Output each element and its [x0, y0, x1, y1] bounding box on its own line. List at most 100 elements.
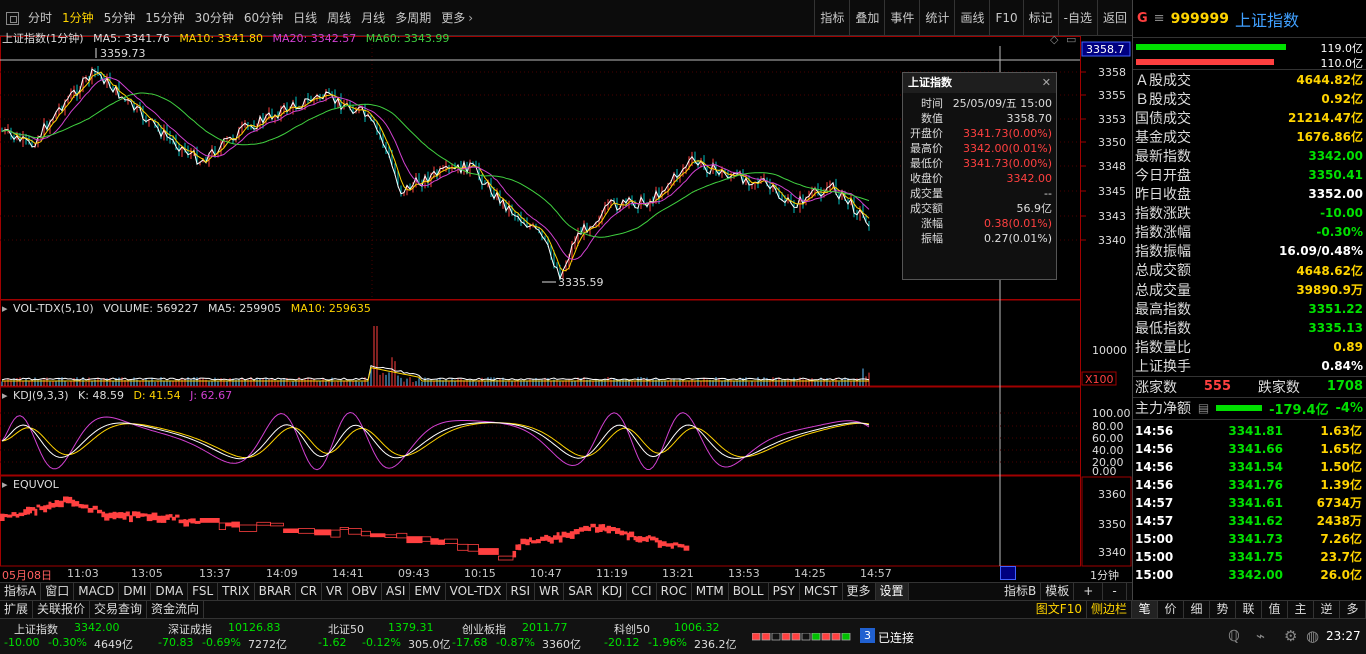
tool-button-5[interactable]: F10	[989, 0, 1022, 36]
indicator-tab-2[interactable]: MACD	[74, 583, 120, 600]
tool-button-4[interactable]: 画线	[954, 0, 989, 36]
time-label: 13:53	[728, 567, 760, 580]
indicator-tab-23[interactable]: MCST	[800, 583, 843, 600]
right-tab-6[interactable]: 主	[1288, 601, 1314, 618]
tooltip-row: 振幅 0.27(0.01%)	[903, 231, 1056, 246]
vol-collapse-icon[interactable]: ▸	[2, 302, 8, 315]
g-badge[interactable]: G	[1137, 11, 1148, 26]
indicator-tab-5[interactable]: FSL	[188, 583, 219, 600]
equvol-box	[314, 529, 332, 536]
tool-button-3[interactable]: 统计	[919, 0, 954, 36]
right-tab-2[interactable]: 细	[1184, 601, 1210, 618]
indicator-tab-14[interactable]: RSI	[507, 583, 536, 600]
vol-ma5-line	[1, 365, 870, 381]
tick-volume: 6734万	[1316, 495, 1362, 510]
indicator-tab-right-0[interactable]: 指标B	[1000, 583, 1042, 600]
index-name[interactable]: 深证成指	[168, 621, 212, 637]
q-icon[interactable]: ℚ	[1228, 627, 1240, 645]
indicator-tab-21[interactable]: BOLL	[729, 583, 769, 600]
equvol-box	[156, 515, 162, 523]
quote-name: 上证指数	[1235, 10, 1300, 30]
indicator-tab-9[interactable]: VR	[322, 583, 348, 600]
connection-count[interactable]: 3	[860, 628, 875, 643]
indicator-tab-17[interactable]: KDJ	[598, 583, 628, 600]
indicator-tab-1[interactable]: 窗口	[41, 583, 75, 600]
equvol-box	[139, 513, 145, 517]
kdj-collapse-icon[interactable]: ▸	[2, 389, 8, 402]
right-tab-4[interactable]: 联	[1236, 601, 1262, 618]
lower-tab-2[interactable]: 交易查询	[90, 601, 148, 618]
indicator-tab-15[interactable]: WR	[535, 583, 565, 600]
stat-label: Ａ股成交	[1135, 72, 1191, 89]
indicator-tab-12[interactable]: EMV	[410, 583, 446, 600]
indicator-tab-16[interactable]: SAR	[564, 583, 598, 600]
tool-button-1[interactable]: 叠加	[849, 0, 884, 36]
lower-tab-3[interactable]: 资金流向	[147, 601, 205, 618]
index-name[interactable]: 北证50	[328, 621, 364, 637]
window-icon[interactable]	[6, 11, 19, 25]
lower-tab-1[interactable]: 关联报价	[33, 601, 91, 618]
settings-icon[interactable]: ⚙	[1284, 627, 1297, 645]
equvol-box	[360, 530, 371, 537]
tooltip-row: 数值 3358.70	[903, 111, 1056, 126]
equvol-box	[63, 496, 67, 503]
tool-button-2[interactable]: 事件	[884, 0, 919, 36]
tool-button-6[interactable]: 标记	[1022, 0, 1058, 36]
indicator-tab-right-2[interactable]: +	[1074, 583, 1104, 600]
indicator-tab-4[interactable]: DMA	[151, 583, 189, 600]
mainflow-pct: -4%	[1335, 400, 1363, 416]
indicator-tab-20[interactable]: MTM	[692, 583, 729, 600]
diamond-icon[interactable]: ◇	[1050, 33, 1058, 46]
indicator-tab-19[interactable]: ROC	[657, 583, 692, 600]
equvol-box	[283, 528, 300, 533]
right-tab-8[interactable]: 多	[1340, 601, 1366, 618]
indicator-tab-6[interactable]: TRIX	[218, 583, 255, 600]
indicator-tab-right-1[interactable]: 模板	[1041, 583, 1075, 600]
tool-button-7[interactable]: -自选	[1057, 0, 1097, 36]
menu-icon[interactable]: ≡	[1154, 11, 1165, 26]
indicator-tab-13[interactable]: VOL-TDX	[446, 583, 507, 600]
globe-icon[interactable]: ◍	[1306, 627, 1319, 645]
index-name[interactable]: 创业板指	[462, 621, 506, 637]
indicator-tab-0[interactable]: 指标A	[0, 583, 42, 600]
tooltip-row: 最低价 3341.73(0.00%)	[903, 156, 1056, 171]
equvol-box	[421, 536, 432, 542]
indicator-tab-24[interactable]: 更多	[843, 583, 876, 600]
time-label: 09:43	[398, 567, 430, 580]
indicator-tab-18[interactable]: CCI	[627, 583, 657, 600]
index-name[interactable]: 科创50	[614, 621, 650, 637]
indicator-tab-7[interactable]: BRAR	[255, 583, 297, 600]
right-tab-3[interactable]: 势	[1210, 601, 1236, 618]
broadcast-icon[interactable]: ⌁	[1256, 627, 1265, 645]
indicator-tab-11[interactable]: ASI	[382, 583, 411, 600]
lower-right-tab-1[interactable]: 侧边栏	[1087, 601, 1132, 618]
chevron-right-icon[interactable]: ›	[468, 11, 473, 25]
tool-buttons: 指标 叠加 事件 统计 画线 F10 标记 -自选 返回	[814, 0, 1132, 36]
indicator-tab-25[interactable]: 设置	[875, 583, 909, 600]
tool-button-8[interactable]: 返回	[1096, 0, 1132, 36]
indicator-tab-10[interactable]: OBV	[348, 583, 383, 600]
equvol-box	[36, 504, 41, 508]
stat-value: 1676.86亿	[1296, 130, 1363, 145]
price-axis-label: 3350	[1098, 136, 1126, 149]
indicator-tab-right-3[interactable]: -	[1103, 583, 1127, 600]
equvol-box	[31, 507, 36, 511]
index-change: -1.62	[318, 636, 347, 649]
indicator-tab-22[interactable]: PSY	[769, 583, 800, 600]
close-icon[interactable]: ✕	[1042, 73, 1051, 93]
right-tab-5[interactable]: 值	[1262, 601, 1288, 618]
kdj-legend: ▸ KDJ(9,3,3) K: 48.59 D: 41.54 J: 62.67	[2, 389, 238, 402]
lower-right-tab-0[interactable]: 图文F10	[1032, 601, 1087, 618]
equvol-box	[623, 531, 628, 535]
lower-tab-0[interactable]: 扩展	[0, 601, 34, 618]
equ-collapse-icon[interactable]: ▸	[2, 478, 8, 491]
right-tab-1[interactable]: 价	[1158, 601, 1184, 618]
right-tab-7[interactable]: 逆	[1314, 601, 1340, 618]
right-tab-0[interactable]: 笔	[1132, 601, 1158, 618]
indicator-tab-8[interactable]: CR	[296, 583, 322, 600]
tool-button-0[interactable]: 指标	[814, 0, 849, 36]
index-name[interactable]: 上证指数	[14, 621, 58, 637]
collapse-square-icon[interactable]: ▭	[1066, 33, 1076, 46]
list-icon[interactable]: ▤	[1198, 401, 1209, 415]
indicator-tab-3[interactable]: DMI	[119, 583, 152, 600]
